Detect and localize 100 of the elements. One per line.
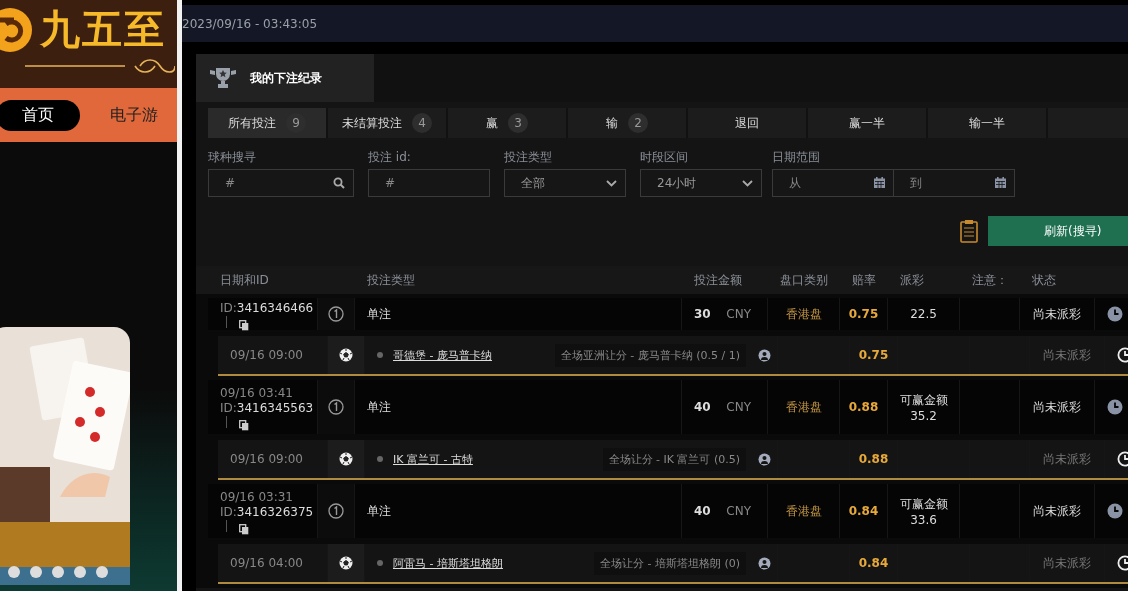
bullet-icon xyxy=(377,352,383,358)
match-date: 09/16 09:00 xyxy=(230,452,303,466)
copy-icon[interactable] xyxy=(239,319,249,331)
bet-amount: 40 xyxy=(694,400,711,414)
odds: 0.84 xyxy=(848,504,879,518)
chevron-down-icon xyxy=(606,179,617,187)
bet-amount: 40 xyxy=(694,504,711,518)
odds: 0.75 xyxy=(858,348,889,362)
number-one-icon xyxy=(328,306,344,322)
bullet-icon xyxy=(377,456,383,462)
clock-icon xyxy=(1106,306,1123,322)
match-link[interactable]: 阿雷马 - 培斯塔坦格朗 xyxy=(393,555,503,571)
bet-id: 3416346466 xyxy=(236,300,314,315)
match-link[interactable]: IK 富兰可 - 古特 xyxy=(393,451,473,467)
calendar-icon[interactable] xyxy=(874,177,885,188)
input-field[interactable]: # xyxy=(368,169,490,197)
count-badge: 3 xyxy=(508,113,528,133)
panel-title: 我的下注纪录 xyxy=(250,69,322,87)
soccer-ball-icon xyxy=(339,348,353,362)
soccer-ball-icon xyxy=(339,452,353,466)
selection-text: 全场让分 - 培斯塔坦格朗 (0) xyxy=(593,551,746,575)
date-field[interactable]: 从 xyxy=(772,169,894,197)
copy-icon[interactable] xyxy=(239,420,249,431)
filter-tab[interactable]: 所有投注 9 xyxy=(208,108,328,138)
count-badge: 4 xyxy=(412,113,432,133)
payout-label: 可赢金额 xyxy=(899,495,948,513)
bet-id: 3416326375 xyxy=(236,505,314,519)
currency: CNY xyxy=(726,504,751,518)
clock-icon xyxy=(1116,347,1128,363)
field-label: 投注 id: xyxy=(368,150,412,164)
odds: 0.88 xyxy=(848,400,879,414)
match-date: 09/16 04:00 xyxy=(230,556,303,570)
bet-status: 尚未派彩 xyxy=(1043,554,1091,572)
bet-status: 尚未派彩 xyxy=(1043,346,1091,364)
bet-type: 单注 xyxy=(367,502,391,520)
column-header: 赔率 xyxy=(851,271,877,289)
clock-icon xyxy=(1106,503,1123,519)
bet-type: 单注 xyxy=(367,305,391,323)
person-icon xyxy=(758,452,771,466)
dropdown[interactable]: 24小时 xyxy=(640,169,762,197)
copy-icon[interactable] xyxy=(239,524,249,535)
refresh-button[interactable]: 刷新(搜寻) xyxy=(988,216,1128,246)
odds: 0.88 xyxy=(858,452,889,466)
nav-link[interactable]: 首页 xyxy=(0,99,80,131)
odds: 0.75 xyxy=(848,307,879,321)
column-header: 状态 xyxy=(1031,271,1057,289)
number-one-icon xyxy=(328,399,344,415)
bet-amount: 30 xyxy=(694,307,711,321)
column-header: 注意： xyxy=(971,271,1009,289)
trophy-icon xyxy=(208,67,238,89)
bet-type: 单注 xyxy=(367,398,391,416)
payout-amount: 22.5 xyxy=(910,307,937,321)
id-label: ID: xyxy=(220,300,237,315)
bet-status: 尚未派彩 xyxy=(1033,305,1081,323)
field-label: 投注类型 xyxy=(504,150,553,164)
calendar-icon[interactable] xyxy=(995,177,1006,188)
person-icon xyxy=(758,556,771,570)
odds: 0.84 xyxy=(858,556,889,570)
timestamp: 2023/09/16 - 03:43:05 xyxy=(182,16,318,31)
panel-tab[interactable]: 我的下注纪录 xyxy=(196,54,374,102)
count-badge: 9 xyxy=(286,113,306,133)
dropdown[interactable]: 全部 xyxy=(504,169,626,197)
person-icon xyxy=(758,348,771,362)
bet-status: 尚未派彩 xyxy=(1033,398,1081,416)
search-icon[interactable] xyxy=(333,177,345,189)
number-one-icon xyxy=(328,503,344,519)
date-field[interactable]: 到 xyxy=(894,169,1015,197)
bullet-icon xyxy=(377,560,383,566)
nav-link[interactable]: 电子游 xyxy=(110,99,158,131)
currency: CNY xyxy=(726,307,751,321)
bet-date: 09/16 03:31 xyxy=(220,490,294,504)
column-header: 盘口类别 xyxy=(779,271,829,289)
payout-amount: 35.2 xyxy=(910,408,937,423)
field-label: 时段区间 xyxy=(640,150,689,164)
column-header: 日期和ID xyxy=(219,271,270,289)
chevron-down-icon xyxy=(742,179,753,187)
match-link[interactable]: 哥德堡 - 庞马普卡纳 xyxy=(393,347,492,363)
field-label: 日期范围 xyxy=(772,150,821,164)
market-type: 香港盘 xyxy=(785,305,822,323)
payout-label: 可赢金额 xyxy=(899,391,948,409)
bet-status: 尚未派彩 xyxy=(1033,502,1081,520)
bet-status: 尚未派彩 xyxy=(1043,450,1091,468)
clipboard-icon[interactable] xyxy=(960,219,978,243)
column-header: 派彩 xyxy=(899,271,925,289)
selection-text: 全场亚洲让分 - 庞马普卡纳 (0.5 / 1) xyxy=(554,343,746,367)
clock-icon xyxy=(1116,451,1128,467)
bet-date: 09/16 03:41 xyxy=(220,386,294,400)
match-date: 09/16 09:00 xyxy=(230,348,303,362)
column-header: 投注金额 xyxy=(693,271,743,289)
market-type: 香港盘 xyxy=(785,398,822,416)
field-label: 球种搜寻 xyxy=(208,150,257,164)
search-field[interactable]: # xyxy=(208,169,354,197)
soccer-ball-icon xyxy=(339,556,353,570)
column-header: 投注类型 xyxy=(366,271,416,289)
payout-amount: 33.6 xyxy=(910,512,937,527)
id-label: ID: xyxy=(220,505,237,519)
selection-text: 全场让分 - IK 富兰可 (0.5) xyxy=(602,447,746,471)
market-type: 香港盘 xyxy=(785,502,822,520)
count-badge: 2 xyxy=(628,113,648,133)
currency: CNY xyxy=(726,400,751,414)
